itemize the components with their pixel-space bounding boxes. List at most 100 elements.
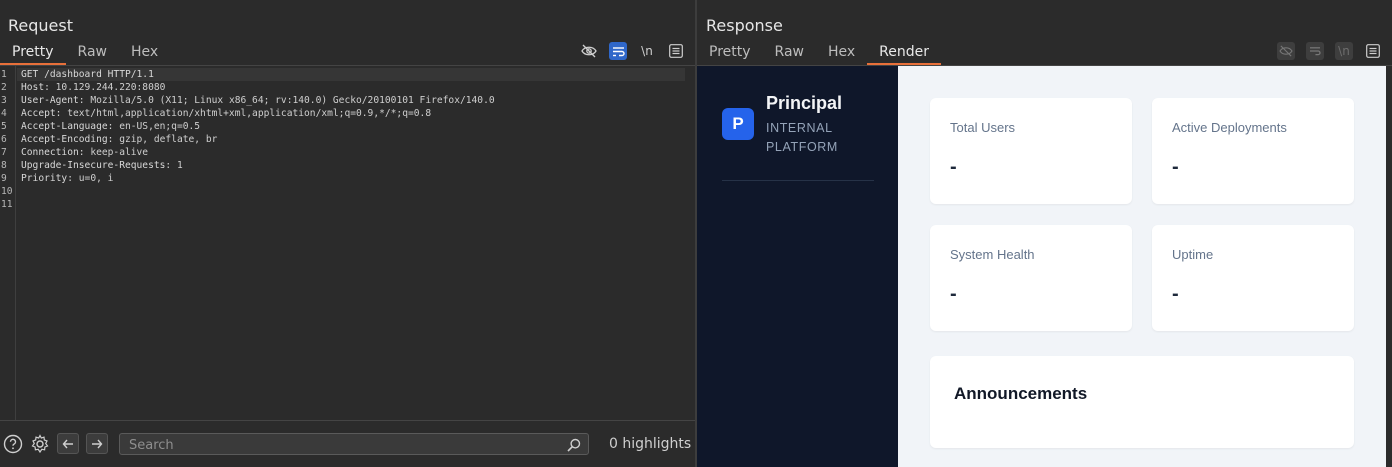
- line-text: GET /dashboard HTTP/1.1: [21, 68, 154, 81]
- line-number: 2: [1, 82, 7, 93]
- eye-off-icon: [1277, 42, 1295, 60]
- announcements-title: Announcements: [954, 384, 1088, 403]
- tab-pretty[interactable]: Pretty: [0, 41, 66, 65]
- request-pane: Request Pretty Raw Hex \n 1 GET /dashboar…: [0, 0, 695, 467]
- render-scrollbar[interactable]: [1386, 66, 1392, 467]
- code-line: 8 Upgrade-Insecure-Requests: 1: [0, 159, 680, 172]
- line-number: 7: [1, 147, 7, 158]
- line-number: 4: [1, 108, 7, 119]
- stat-value: -: [950, 283, 957, 305]
- search-box: [119, 433, 589, 456]
- line-text: Upgrade-Insecure-Requests: 1: [21, 159, 183, 172]
- stat-label: Total Users: [950, 120, 1016, 135]
- code-line: 3 User-Agent: Mozilla/5.0 (X11; Linux x86…: [0, 94, 680, 107]
- code-line: 9 Priority: u=0, i: [0, 172, 680, 185]
- brand-subtitle: INTERNAL PLATFORM: [766, 121, 838, 154]
- line-number: 6: [1, 134, 7, 145]
- code-line: 2 Host: 10.129.244.220:8080: [0, 81, 680, 94]
- tab-raw[interactable]: Raw: [66, 41, 119, 65]
- settings-gear-icon[interactable]: [30, 434, 50, 454]
- response-pane: Response Pretty Raw Hex Render \n P Prin…: [697, 0, 1392, 467]
- stat-value: -: [950, 156, 957, 178]
- request-tools: \n: [580, 42, 685, 60]
- next-match-button[interactable]: [86, 433, 108, 454]
- menu-icon[interactable]: [667, 42, 685, 60]
- line-number: 11: [1, 199, 13, 210]
- line-text: Host: 10.129.244.220:8080: [21, 81, 165, 94]
- header-value: : u=0, i: [67, 173, 114, 184]
- code-line: 1 GET /dashboard HTTP/1.1: [0, 68, 680, 81]
- eye-off-icon[interactable]: [580, 42, 598, 60]
- header-value: : en-US,en;q=0.5: [107, 121, 201, 132]
- line-text: Accept-Language: en-US,en;q=0.5: [21, 120, 200, 133]
- header-value: : Mozilla/5.0 (X11; Linux x86_64; rv:140…: [78, 95, 495, 106]
- request-editor[interactable]: 1 GET /dashboard HTTP/1.1 2 Host: 10.129.24…: [0, 66, 695, 420]
- search-bar: 0 highlights: [0, 420, 695, 467]
- brand-name: Principal: [766, 93, 843, 113]
- header-name: Host: [21, 82, 45, 93]
- newline-toggle[interactable]: \n: [638, 42, 656, 60]
- search-input[interactable]: [120, 435, 560, 456]
- header-value: : 10.129.244.220:8080: [44, 82, 166, 93]
- wrap-icon[interactable]: [609, 42, 627, 60]
- header-value: : 1: [165, 160, 183, 171]
- request-tabs: Pretty Raw Hex: [0, 41, 170, 65]
- line-text: Accept: text/html,application/xhtml+xml,…: [21, 107, 431, 120]
- code-line: 11: [0, 198, 680, 211]
- prev-match-button[interactable]: [57, 433, 79, 454]
- request-title: Request: [8, 16, 73, 35]
- code-line: 10: [0, 185, 680, 198]
- code-line: 7 Connection: keep-alive: [0, 146, 680, 159]
- stat-label: System Health: [950, 247, 1035, 262]
- stat-card-total-users: Total Users -: [930, 98, 1132, 204]
- stat-value: -: [1172, 283, 1179, 305]
- code-line: 5 Accept-Language: en-US,en;q=0.5: [0, 120, 680, 133]
- response-tools: \n: [1277, 42, 1382, 60]
- line-text: Accept-Encoding: gzip, deflate, br: [21, 133, 217, 146]
- tab-render[interactable]: Render: [867, 41, 942, 65]
- rendered-sidebar: P Principal INTERNAL PLATFORM: [697, 66, 898, 467]
- stat-card-active-deployments: Active Deployments -: [1152, 98, 1354, 204]
- line-number: 5: [1, 121, 7, 132]
- header-name: Accept: [21, 108, 56, 119]
- tab-hex[interactable]: Hex: [816, 41, 867, 65]
- newline-toggle: \n: [1335, 42, 1353, 60]
- rendered-page: P Principal INTERNAL PLATFORM Total User…: [697, 66, 1386, 467]
- announcements-card: Announcements: [930, 356, 1354, 448]
- brand-logo: P: [722, 108, 754, 140]
- header-name: Upgrade-Insecure-Requests: [21, 160, 166, 171]
- wrap-icon: [1306, 42, 1324, 60]
- tab-raw[interactable]: Raw: [763, 41, 816, 65]
- line-text: User-Agent: Mozilla/5.0 (X11; Linux x86_…: [21, 94, 495, 107]
- burp-repeater: Request Pretty Raw Hex \n 1 GET /dashboar…: [0, 0, 1392, 467]
- header-value: : text/html,application/xhtml+xml,applic…: [55, 108, 432, 119]
- line-number: 3: [1, 95, 7, 106]
- code-line: 4 Accept: text/html,application/xhtml+xml…: [0, 107, 680, 120]
- menu-icon[interactable]: [1364, 42, 1382, 60]
- search-icon[interactable]: [567, 437, 581, 456]
- line-number: 1: [1, 69, 7, 80]
- stat-card-uptime: Uptime -: [1152, 225, 1354, 331]
- line-number: 8: [1, 160, 7, 171]
- tab-pretty[interactable]: Pretty: [697, 41, 763, 65]
- response-title: Response: [706, 16, 783, 35]
- stat-label: Uptime: [1172, 247, 1214, 262]
- sidebar-divider: [722, 180, 874, 181]
- response-tabs: Pretty Raw Hex Render: [697, 41, 942, 65]
- line-text: Priority: u=0, i: [21, 172, 113, 185]
- highlights-count: 0 highlights: [609, 436, 692, 452]
- tab-hex[interactable]: Hex: [119, 41, 170, 65]
- header-name: Accept-Language: [21, 121, 108, 132]
- help-icon[interactable]: [3, 434, 23, 454]
- header-name: GET /dashboard HTTP/1.1: [21, 69, 154, 80]
- line-number: 9: [1, 173, 7, 184]
- stat-card-system-health: System Health -: [930, 225, 1132, 331]
- code-line: 6 Accept-Encoding: gzip, deflate, br: [0, 133, 680, 146]
- header-name: Accept-Encoding: [21, 134, 108, 145]
- header-name: Priority: [21, 173, 68, 184]
- stat-label: Active Deployments: [1172, 120, 1287, 135]
- header-value: : keep-alive: [78, 147, 149, 158]
- header-value: : gzip, deflate, br: [107, 134, 218, 145]
- stat-value: -: [1172, 156, 1179, 178]
- line-text: Connection: keep-alive: [21, 146, 148, 159]
